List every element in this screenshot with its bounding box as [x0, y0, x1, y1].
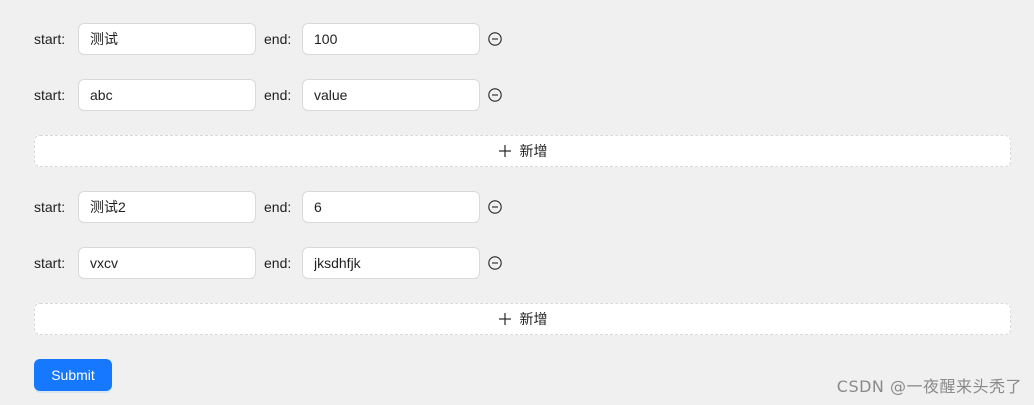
- add-row-button[interactable]: 新增: [34, 135, 1011, 167]
- minus-circle-icon[interactable]: [488, 256, 502, 270]
- start-input[interactable]: [78, 191, 256, 223]
- minus-circle-icon[interactable]: [488, 88, 502, 102]
- submit-button[interactable]: Submit: [34, 359, 112, 391]
- form-row: start: end:: [34, 247, 1011, 279]
- watermark: CSDN @一夜醒来头秃了: [836, 377, 1022, 396]
- start-input[interactable]: [78, 79, 256, 111]
- end-input[interactable]: [302, 247, 480, 279]
- minus-circle-icon[interactable]: [488, 32, 502, 46]
- dynamic-form: start: end: start: end: 新增 start:: [34, 23, 1011, 391]
- form-row: start: end:: [34, 191, 1011, 223]
- add-button-label: 新增: [519, 143, 548, 159]
- start-label: start:: [34, 255, 66, 271]
- plus-icon: [498, 312, 512, 326]
- end-label: end:: [264, 87, 292, 103]
- form-group-2: start: end: start: end: 新增: [34, 191, 1011, 335]
- form-group-1: start: end: start: end: 新增: [34, 23, 1011, 167]
- start-input[interactable]: [78, 247, 256, 279]
- start-label: start:: [34, 31, 66, 47]
- plus-icon: [498, 144, 512, 158]
- end-label: end:: [264, 199, 292, 215]
- end-label: end:: [264, 255, 292, 271]
- form-row: start: end:: [34, 23, 1011, 55]
- start-label: start:: [34, 199, 66, 215]
- add-button-label: 新增: [519, 311, 548, 327]
- minus-circle-icon[interactable]: [488, 200, 502, 214]
- start-input[interactable]: [78, 23, 256, 55]
- end-input[interactable]: [302, 79, 480, 111]
- end-label: end:: [264, 31, 292, 47]
- start-label: start:: [34, 87, 66, 103]
- end-input[interactable]: [302, 23, 480, 55]
- end-input[interactable]: [302, 191, 480, 223]
- add-row-button[interactable]: 新增: [34, 303, 1011, 335]
- form-row: start: end:: [34, 79, 1011, 111]
